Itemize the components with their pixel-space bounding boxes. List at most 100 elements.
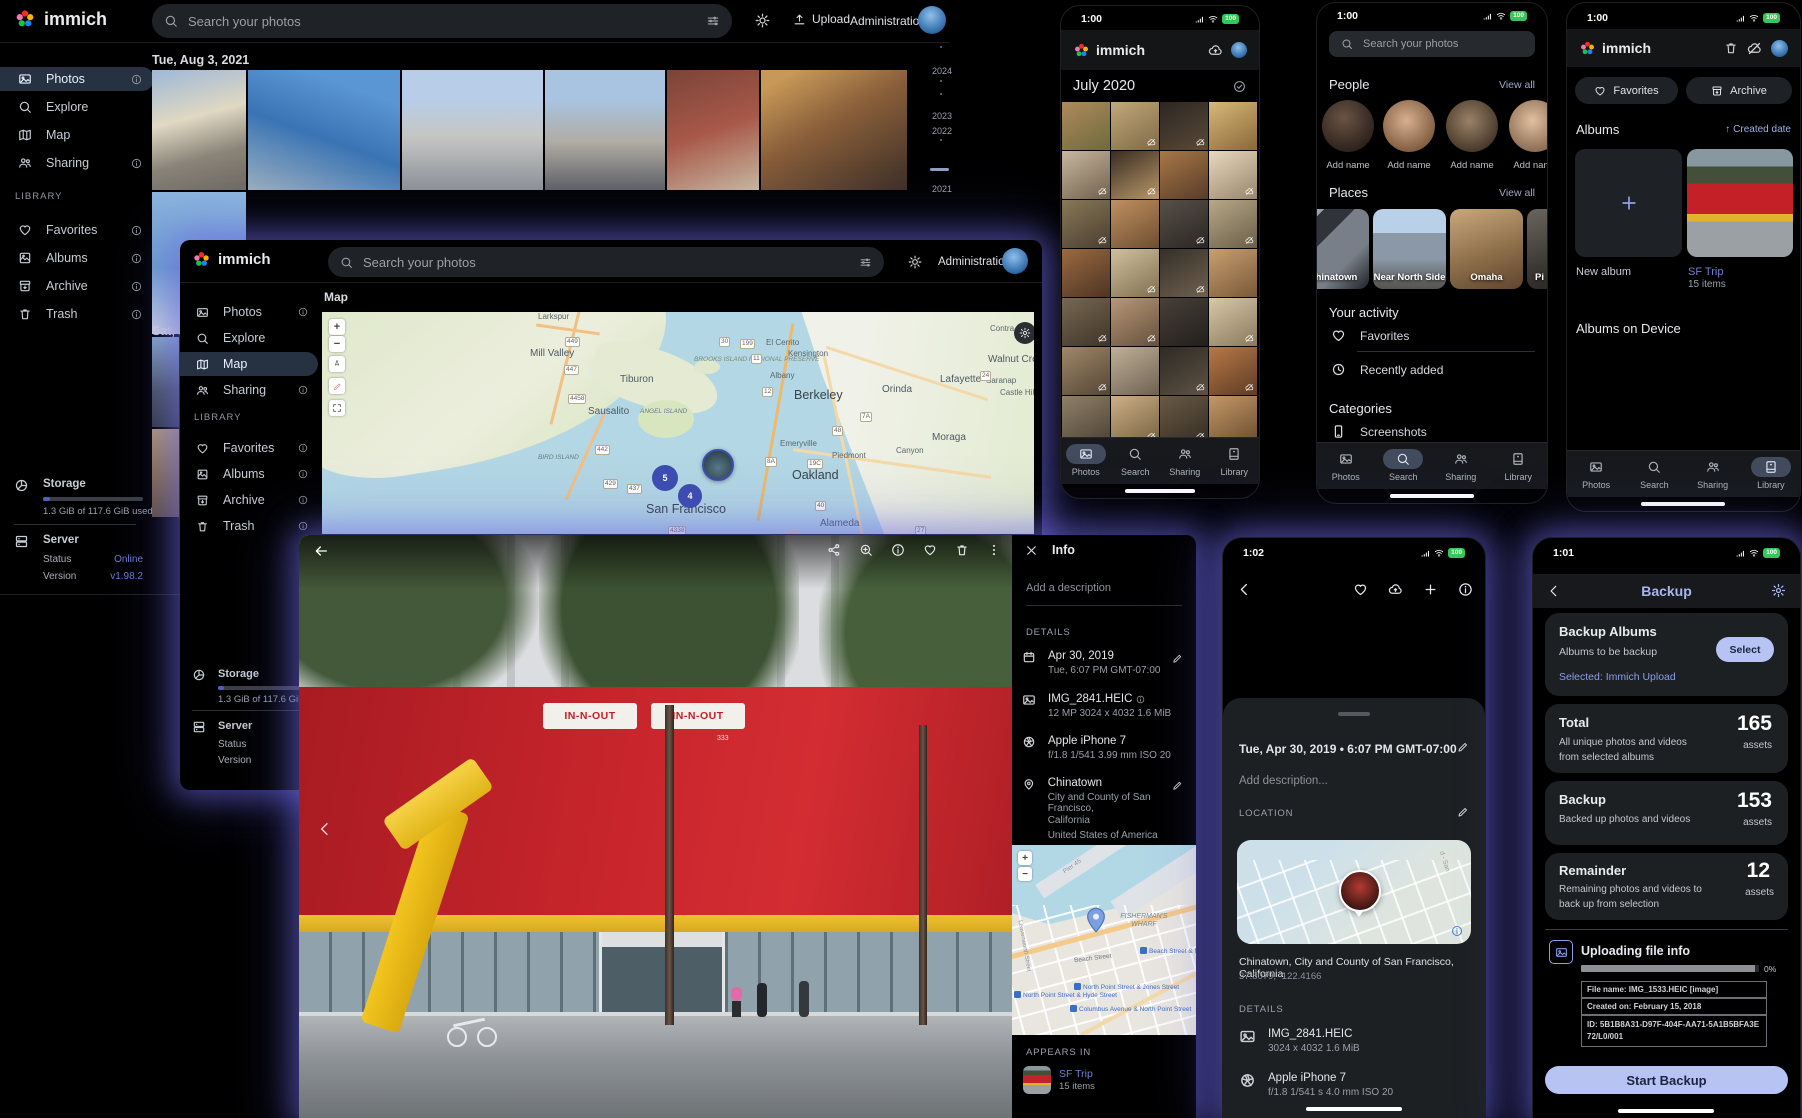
add-name-label[interactable]: Add name: [1446, 160, 1498, 171]
sidebar-item-albums[interactable]: Albums: [0, 246, 154, 270]
map-zoom-out-button[interactable]: −: [329, 336, 345, 352]
photo-tile[interactable]: [1160, 102, 1208, 150]
photo-tile[interactable]: [1160, 151, 1208, 199]
place-tile[interactable]: Pi: [1527, 209, 1548, 289]
photo-tile[interactable]: [1062, 298, 1110, 346]
person-avatar[interactable]: [1322, 100, 1374, 152]
home-indicator[interactable]: [1641, 502, 1725, 506]
album-name[interactable]: SF Trip: [1688, 266, 1723, 278]
info-icon[interactable]: [131, 253, 142, 264]
previous-photo-icon[interactable]: [317, 821, 333, 837]
gear-icon[interactable]: [1771, 583, 1786, 598]
info-icon[interactable]: [131, 158, 142, 169]
photo-thumbnail[interactable]: [152, 70, 246, 190]
photo-tile[interactable]: [1160, 298, 1208, 346]
map-cluster-marker[interactable]: 5: [652, 465, 678, 491]
info-icon[interactable]: [298, 495, 308, 505]
photo-thumbnail[interactable]: [545, 70, 665, 190]
trash-icon[interactable]: [1724, 41, 1738, 55]
administration-link[interactable]: Administration: [850, 14, 926, 28]
close-icon[interactable]: [1025, 544, 1038, 557]
cloud-sync-icon[interactable]: [1208, 43, 1223, 58]
sidebar-item-photos[interactable]: Photos: [0, 67, 154, 91]
nav-library[interactable]: Library: [1490, 443, 1548, 489]
theme-toggle-icon[interactable]: [908, 255, 922, 269]
info-icon[interactable]: [1136, 695, 1145, 704]
user-avatar[interactable]: [1231, 42, 1247, 58]
photo-tile[interactable]: [1062, 151, 1110, 199]
cloud-off-icon[interactable]: [1747, 41, 1762, 56]
sidebar-item-archive[interactable]: Archive: [0, 274, 154, 298]
theme-toggle-icon[interactable]: [755, 13, 770, 28]
photo-tile[interactable]: [1209, 102, 1257, 150]
map-photo-marker[interactable]: [702, 449, 734, 481]
app-logo[interactable]: immich: [14, 8, 107, 30]
photo-tile[interactable]: [1062, 396, 1110, 442]
favorite-icon[interactable]: [923, 543, 937, 557]
app-logo[interactable]: immich: [192, 250, 271, 269]
nav-library[interactable]: Library: [1742, 451, 1800, 497]
photo-thumbnail[interactable]: [248, 70, 400, 190]
screenshots-row[interactable]: Screenshots: [1331, 424, 1427, 439]
user-avatar[interactable]: [1002, 248, 1028, 274]
sidebar-item-sharing[interactable]: Sharing: [0, 151, 154, 175]
map-zoom-out-button[interactable]: −: [1018, 867, 1032, 881]
place-tile[interactable]: Near North Side: [1373, 209, 1446, 289]
more-options-icon[interactable]: [987, 543, 1001, 557]
photo-tile[interactable]: [1111, 200, 1159, 248]
filter-sliders-icon[interactable]: [859, 256, 872, 269]
share-icon[interactable]: [827, 543, 841, 557]
search-bar[interactable]: [1329, 31, 1535, 57]
sidebar-item-albums[interactable]: Albums: [180, 462, 318, 486]
map-cluster-marker[interactable]: 4: [678, 484, 702, 508]
edit-location-icon[interactable]: [1172, 780, 1183, 791]
search-input[interactable]: [361, 254, 851, 271]
administration-link[interactable]: Administration: [938, 256, 1011, 268]
upload-button[interactable]: Upload: [793, 12, 850, 26]
photo-thumbnail[interactable]: [761, 70, 907, 190]
back-icon[interactable]: [313, 543, 329, 559]
search-input[interactable]: [186, 13, 698, 30]
photo-tile[interactable]: [1209, 200, 1257, 248]
add-description-field[interactable]: Add a description: [1026, 582, 1111, 594]
map-info-icon[interactable]: [1451, 925, 1463, 937]
favorites-button[interactable]: Favorites: [1575, 77, 1678, 104]
nav-search[interactable]: Search: [1375, 443, 1433, 489]
select-button[interactable]: Select: [1716, 637, 1774, 662]
cloud-upload-icon[interactable]: [1388, 582, 1403, 597]
places-view-all[interactable]: View all: [1499, 187, 1535, 199]
album-card-sf-trip[interactable]: [1687, 149, 1793, 257]
sidebar-item-explore[interactable]: Explore: [0, 95, 154, 119]
home-indicator[interactable]: [1306, 1107, 1402, 1111]
archive-button[interactable]: Archive: [1686, 77, 1792, 104]
info-icon[interactable]: [131, 74, 142, 85]
back-chevron-icon[interactable]: [1237, 582, 1252, 597]
photo-thumbnail[interactable]: [667, 70, 759, 190]
map-zoom-in-button[interactable]: +: [1018, 851, 1032, 865]
photo-thumbnail[interactable]: [152, 429, 179, 517]
info-icon[interactable]: [298, 443, 308, 453]
nav-sharing[interactable]: Sharing: [1160, 438, 1210, 484]
sort-created-date[interactable]: ↑Created date: [1725, 124, 1791, 135]
person-avatar[interactable]: [1509, 100, 1548, 152]
search-bar[interactable]: [152, 4, 732, 38]
nav-library[interactable]: Library: [1210, 438, 1260, 484]
photo-tile[interactable]: [1062, 200, 1110, 248]
photo-tile[interactable]: [1160, 200, 1208, 248]
info-icon[interactable]: [298, 385, 308, 395]
map-settings-button[interactable]: [1014, 322, 1034, 344]
user-avatar[interactable]: [918, 6, 946, 34]
place-tile[interactable]: Omaha: [1450, 209, 1523, 289]
select-all-icon[interactable]: [1233, 80, 1246, 93]
nav-photos[interactable]: Photos: [1567, 451, 1625, 497]
sidebar-item-archive[interactable]: Archive: [180, 488, 318, 512]
sheet-drag-handle[interactable]: [1338, 712, 1370, 716]
person-avatar[interactable]: [1383, 100, 1435, 152]
photo-tile[interactable]: [1062, 102, 1110, 150]
place-tile[interactable]: Chinatown: [1316, 209, 1369, 289]
photo-tile[interactable]: [1111, 396, 1159, 442]
map-photo-marker[interactable]: [1339, 870, 1381, 912]
sidebar-item-photos[interactable]: Photos: [180, 300, 318, 324]
delete-icon[interactable]: [955, 543, 969, 557]
sidebar-item-trash[interactable]: Trash: [180, 514, 318, 538]
